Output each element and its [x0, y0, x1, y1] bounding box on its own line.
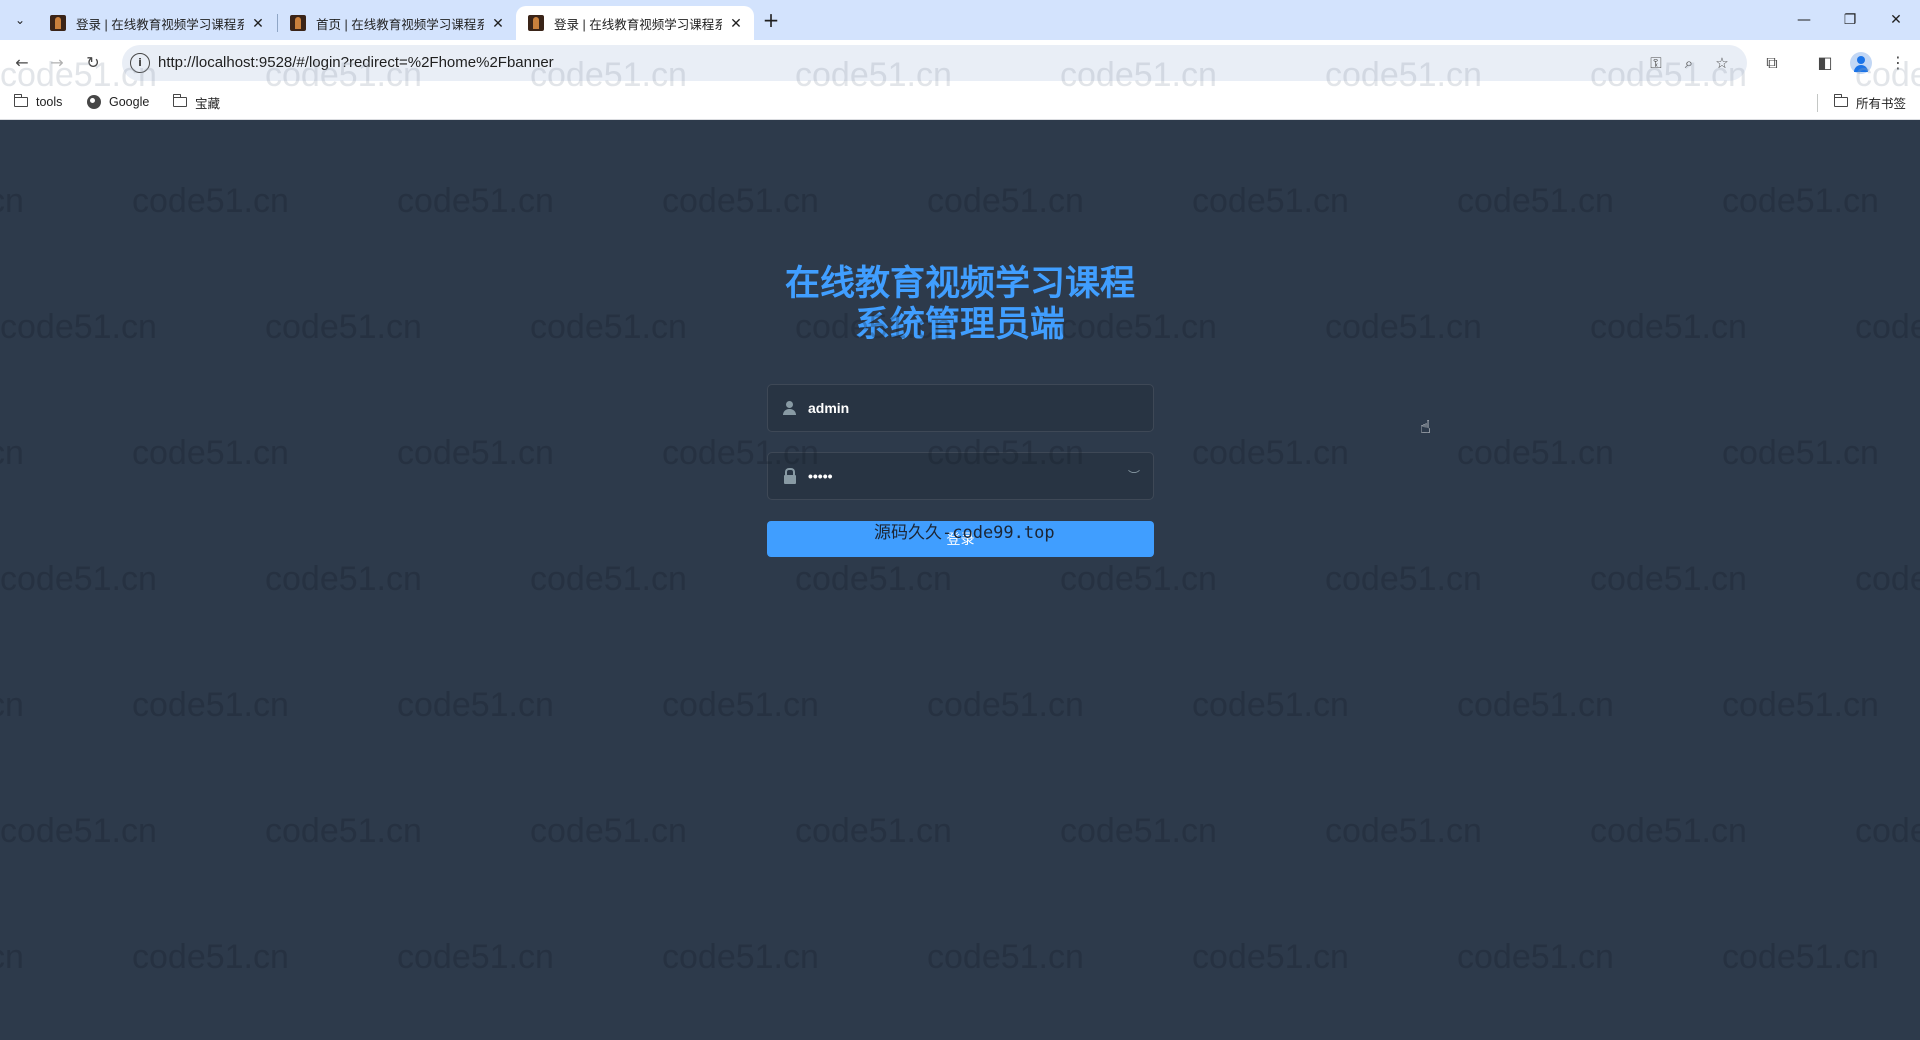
- folder-icon: [13, 94, 28, 107]
- browser-tab-1[interactable]: 登录 | 在线教育视频学习课程系统 ✕: [38, 6, 276, 40]
- globe-icon: [87, 95, 101, 109]
- login-title-line-2: 系统管理员端: [854, 305, 1065, 345]
- lock-icon: [782, 468, 798, 484]
- back-arrow-icon[interactable]: ←: [10, 51, 34, 75]
- login-title: 在线教育视频学习课程 系统管理员端: [760, 264, 1160, 346]
- profile-avatar-icon[interactable]: [1850, 52, 1872, 74]
- folder-icon: [172, 94, 187, 107]
- reload-icon[interactable]: ↻: [81, 51, 105, 75]
- bookmark-google[interactable]: Google: [87, 92, 149, 112]
- bookmark-treasure[interactable]: 宝藏: [172, 92, 221, 112]
- browser-toolbar: ← → ↻ i http://localhost:9528/#/login?re…: [0, 40, 1920, 86]
- extensions-puzzle-icon[interactable]: ⧉: [1760, 51, 1784, 75]
- url-text[interactable]: http://localhost:9528/#/login?redirect=%…: [158, 54, 554, 71]
- all-bookmarks-label: 所有书签: [1856, 96, 1907, 111]
- username-input[interactable]: [808, 385, 1128, 431]
- site-info-icon[interactable]: i: [130, 53, 150, 73]
- password-key-icon[interactable]: ⚿: [1646, 53, 1666, 73]
- zoom-icon[interactable]: ⌕: [1679, 53, 1699, 73]
- folder-icon: [1833, 94, 1848, 107]
- password-input[interactable]: [808, 453, 1128, 499]
- bookmark-star-icon[interactable]: ☆: [1712, 53, 1732, 73]
- user-icon: [782, 400, 798, 416]
- restore-window-icon[interactable]: ❐: [1828, 8, 1872, 32]
- site-favicon-icon: [50, 15, 66, 31]
- tab-strip: ⌄ 登录 | 在线教育视频学习课程系统 ✕ 首页 | 在线教育视频学习课程系统 …: [0, 0, 1920, 40]
- forward-arrow-icon[interactable]: →: [45, 51, 69, 75]
- bookmarks-bar: tools Google 宝藏 所有书签: [0, 86, 1920, 120]
- close-window-icon[interactable]: ✕: [1874, 8, 1918, 32]
- site-favicon-icon: [528, 15, 544, 31]
- site-favicon-icon: [290, 15, 306, 31]
- overlay-watermark-text: 源码久久-code99.top: [874, 523, 1055, 543]
- close-tab-icon[interactable]: ✕: [728, 15, 744, 32]
- address-bar[interactable]: i http://localhost:9528/#/login?redirect…: [122, 45, 1747, 81]
- browser-tab-2[interactable]: 首页 | 在线教育视频学习课程系统 ✕: [278, 6, 516, 40]
- login-page: 在线教育视频学习课程 系统管理员端 ︶ 登录 源码久久-code99.top: [0, 120, 1920, 1040]
- tab-title: 登录 | 在线教育视频学习课程系统: [76, 17, 244, 32]
- login-title-line-1: 在线教育视频学习课程: [784, 264, 1135, 304]
- bookmark-label: 宝藏: [195, 96, 221, 111]
- bookmarks-divider: [1817, 94, 1818, 112]
- close-tab-icon[interactable]: ✕: [250, 15, 266, 32]
- close-tab-icon[interactable]: ✕: [490, 15, 506, 32]
- browser-tab-3-active[interactable]: 登录 | 在线教育视频学习课程系统 ✕: [516, 6, 754, 40]
- all-bookmarks[interactable]: 所有书签: [1833, 92, 1907, 112]
- eye-closed-icon[interactable]: ︶: [1125, 467, 1143, 485]
- side-panel-icon[interactable]: ◧: [1813, 51, 1837, 75]
- tab-title: 首页 | 在线教育视频学习课程系统: [316, 17, 484, 32]
- more-menu-icon[interactable]: ⋮: [1886, 51, 1910, 75]
- minimize-window-icon[interactable]: —: [1782, 8, 1826, 32]
- bookmark-label: tools: [36, 95, 63, 109]
- password-field[interactable]: ︶: [767, 452, 1154, 500]
- tab-title: 登录 | 在线教育视频学习课程系统: [554, 17, 722, 32]
- mouse-cursor-icon: ☝: [1420, 417, 1431, 438]
- username-field[interactable]: [767, 384, 1154, 432]
- bookmark-tools[interactable]: tools: [13, 92, 63, 112]
- new-tab-button[interactable]: +: [757, 6, 785, 34]
- bookmark-label: Google: [109, 95, 150, 109]
- tab-search-icon[interactable]: ⌄: [8, 8, 32, 32]
